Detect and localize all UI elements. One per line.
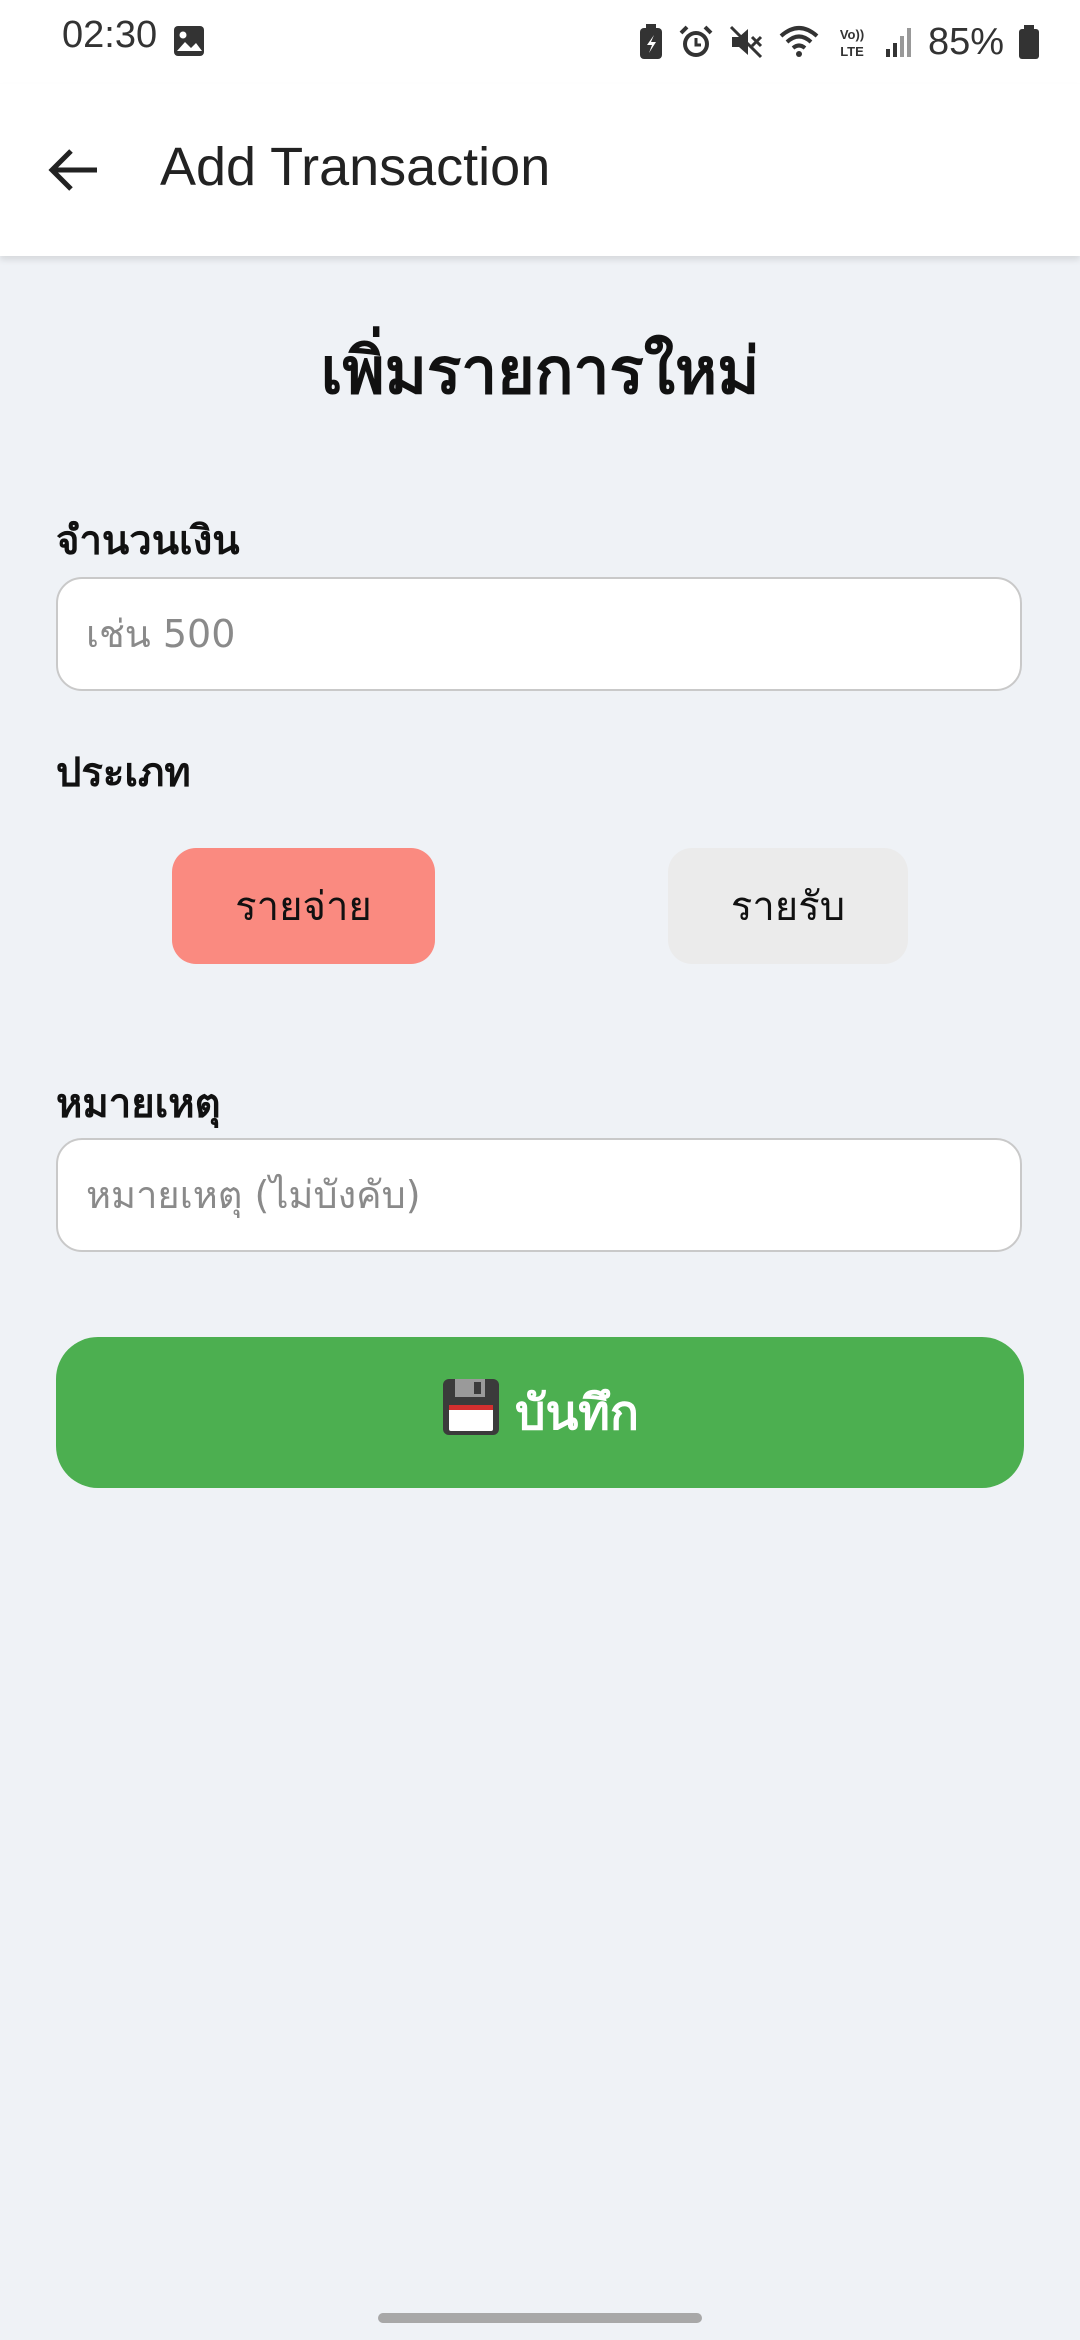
page-heading: เพิ่มรายการใหม่ [320,335,760,409]
type-income-button[interactable]: รายรับ [668,848,908,964]
battery-icon [1018,24,1040,60]
save-label: บันทึก [515,1384,639,1441]
gallery-icon [172,24,206,62]
back-arrow-icon [47,148,99,196]
back-button[interactable] [28,132,118,212]
type-expense-label: รายจ่าย [235,884,372,930]
type-income-label: รายรับ [730,884,846,930]
status-bar: 02:30 Vo)) LTE 85% [0,0,1080,84]
save-button[interactable]: บันทึก [56,1337,1024,1488]
svg-text:Vo)): Vo)) [840,27,864,42]
amount-input[interactable] [56,577,1022,691]
volte-icon: Vo)) LTE [834,24,870,60]
signal-icon [884,25,914,59]
battery-saver-icon [638,23,664,61]
mute-icon [728,24,764,60]
floppy-disk-icon [441,1377,501,1449]
app-title: Add Transaction [160,137,551,197]
home-indicator[interactable] [378,2313,702,2323]
battery-percent: 85% [927,20,1004,63]
svg-text:LTE: LTE [840,44,864,59]
type-label: ประเภท [56,750,191,796]
alarm-icon [678,24,714,60]
wifi-icon [778,24,820,60]
status-time: 02:30 [62,14,158,56]
app-bar: Add Transaction [0,84,1080,256]
note-label: หมายเหตุ [56,1081,221,1127]
type-expense-button[interactable]: รายจ่าย [172,848,435,964]
amount-label: จำนวนเงิน [56,518,240,564]
status-icons: Vo)) LTE 85% [638,18,1040,66]
note-input[interactable] [56,1138,1022,1252]
